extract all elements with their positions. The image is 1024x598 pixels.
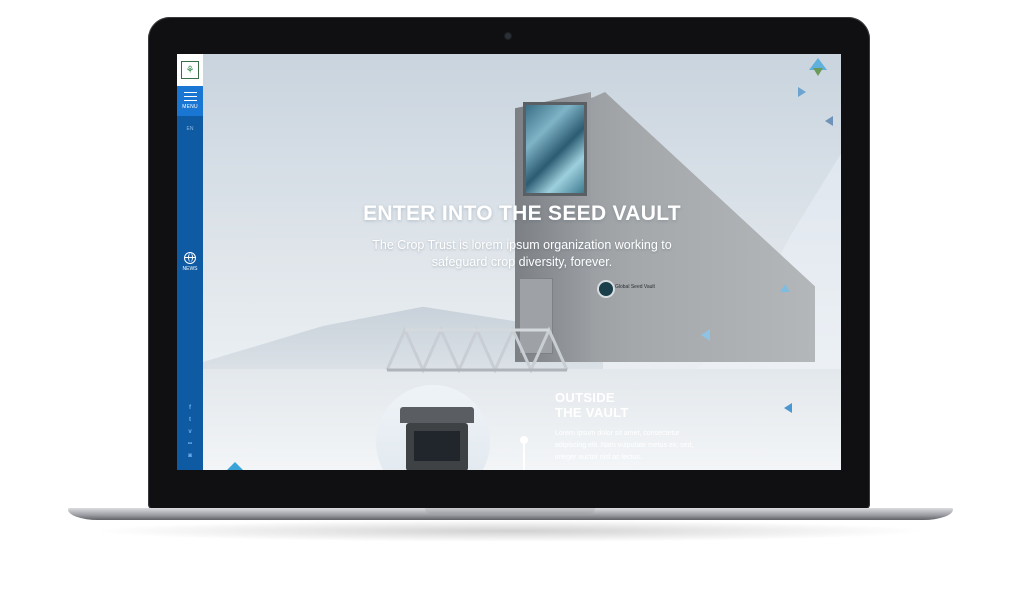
news-label: NEWS: [182, 266, 198, 272]
triangle-decoration: [825, 116, 833, 126]
instagram-icon[interactable]: ◙: [188, 452, 192, 461]
twitter-icon[interactable]: t: [189, 416, 191, 425]
snow-ground: [177, 369, 841, 470]
vimeo-icon[interactable]: v: [188, 428, 191, 437]
triangle-decoration: [780, 284, 790, 292]
triangle-decoration: [813, 68, 823, 76]
hamburger-icon: [183, 92, 197, 101]
hero-subtitle: The Crop Trust is lorem ipsum organizati…: [372, 238, 672, 269]
van-image: [398, 407, 474, 470]
section-body: Lorem ipsum dolor sit amet, consectetur …: [555, 430, 694, 461]
triangle-decoration: [798, 87, 806, 97]
logo-link[interactable]: ⚘: [177, 54, 203, 86]
section-title-line2: THE VAULT: [555, 405, 629, 420]
building-artwork: [523, 102, 587, 196]
vault-logo-icon: [597, 280, 615, 298]
building-sign: Global Seed Vault: [615, 284, 655, 290]
language-switch[interactable]: EN: [177, 126, 203, 132]
facebook-icon[interactable]: f: [189, 404, 191, 413]
flickr-icon[interactable]: ••: [188, 440, 192, 449]
section-title: OUTSIDE THE VAULT: [555, 390, 629, 420]
menu-button[interactable]: MENU: [177, 86, 203, 116]
menu-label: MENU: [182, 104, 198, 110]
triangle-decoration: [701, 329, 710, 341]
entrance-bridge: [383, 322, 573, 374]
laptop-notch: [425, 508, 595, 514]
hero-title: ENTER INTO THE SEED VAULT: [363, 202, 681, 225]
social-links: f t v •• ◙: [177, 404, 203, 461]
globe-icon: [184, 252, 196, 264]
timeline-line: [523, 439, 525, 470]
laptop-screen: Global Seed Vault ⚘ MENU EN NEWS f t v •…: [177, 54, 841, 470]
van-hatch: [400, 407, 474, 423]
sidebar: ⚘ MENU EN NEWS f t v •• ◙: [177, 54, 203, 470]
news-button[interactable]: NEWS: [177, 252, 203, 272]
van-interior: [414, 431, 460, 461]
triangle-decoration: [784, 403, 792, 413]
crop-trust-logo-icon: ⚘: [181, 61, 199, 79]
triangle-decoration: [227, 462, 243, 470]
laptop-shadow: [90, 520, 930, 542]
section-title-line1: OUTSIDE: [555, 390, 615, 405]
camera-icon: [505, 33, 511, 39]
